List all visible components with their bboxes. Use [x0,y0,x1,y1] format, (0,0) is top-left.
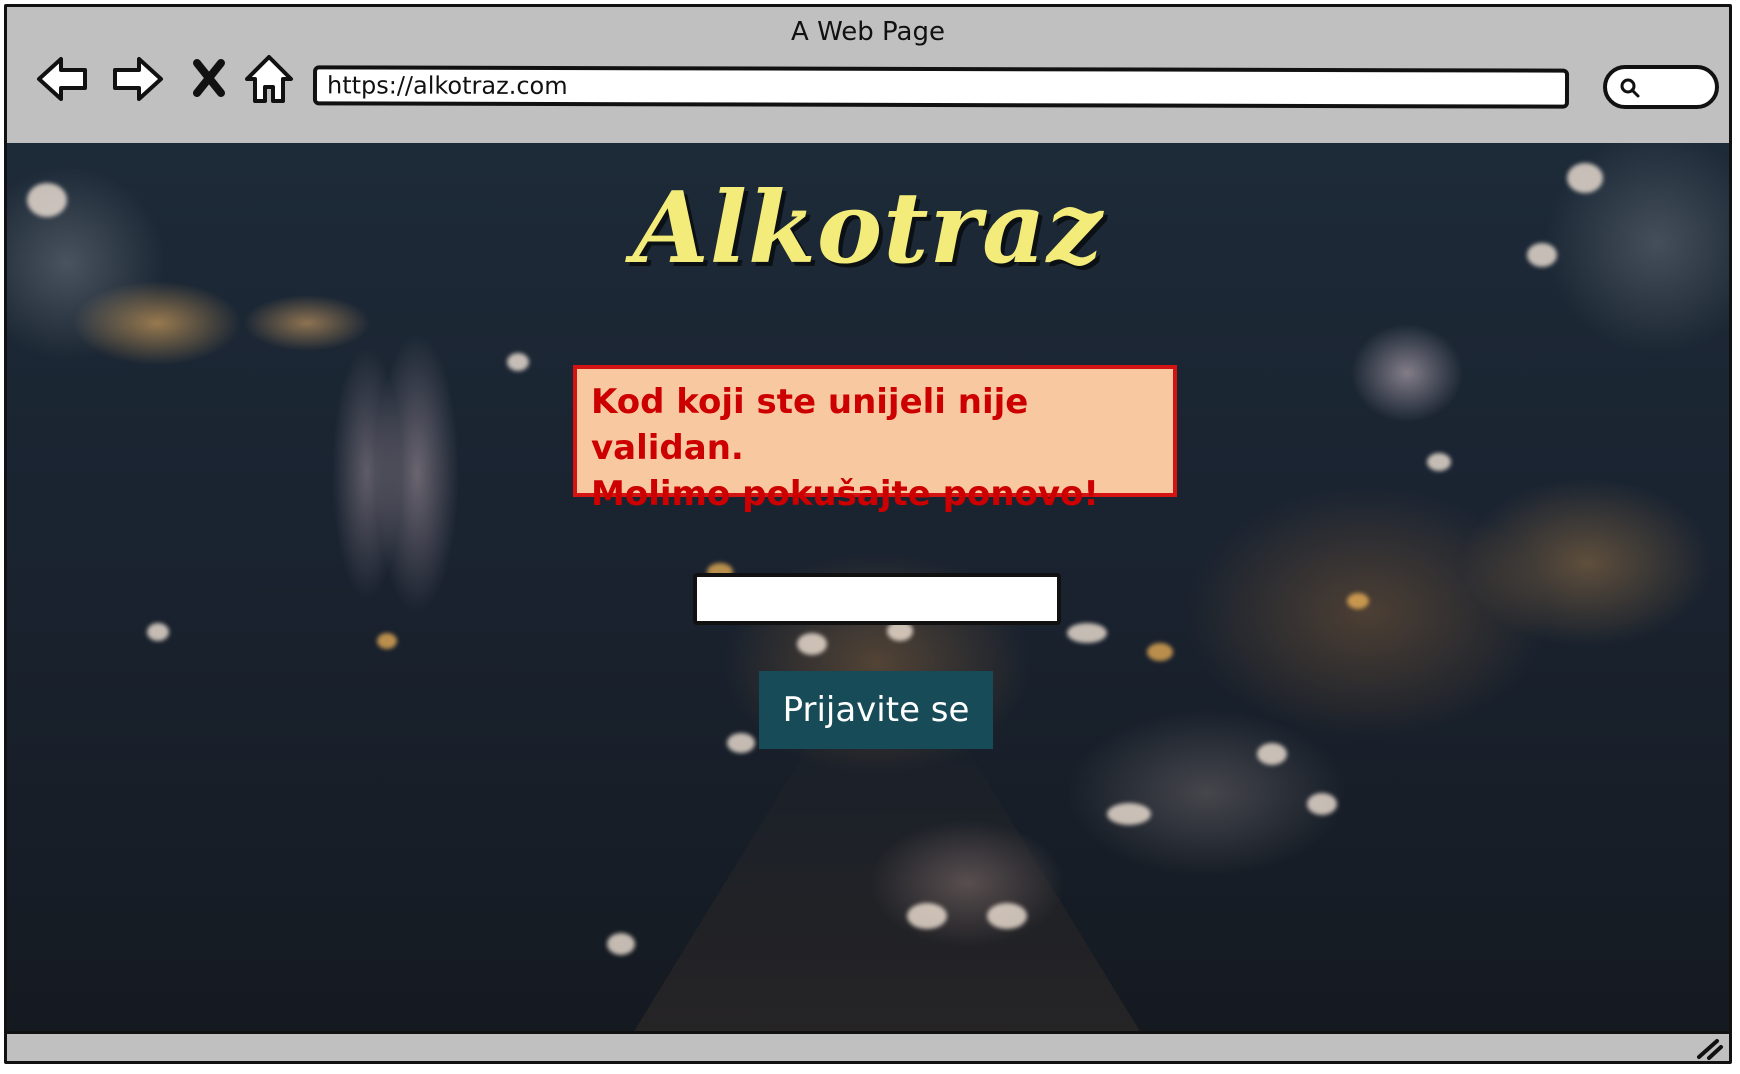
home-button[interactable] [239,49,299,109]
status-bar [7,1031,1729,1061]
bokeh-light [377,633,397,649]
bokeh-light [607,933,635,955]
url-bar[interactable]: https://alkotraz.com [312,65,1570,109]
back-button[interactable] [33,49,93,109]
code-input[interactable] [693,573,1061,625]
login-button[interactable]: Prijavite se [759,671,993,749]
page-content: Alkotraz Kod koji ste unijeli nije valid… [7,143,1729,1031]
bokeh-light [907,903,947,929]
home-icon [245,55,293,103]
bokeh-light [147,623,169,641]
browser-window: A Web Page https://alkotraz.com Alkotraz… [4,4,1732,1064]
bokeh-light [507,353,529,371]
bokeh-light [1347,593,1369,609]
close-icon [193,59,225,97]
resize-handle-icon[interactable] [1693,1035,1725,1061]
bokeh-light [1257,743,1287,765]
bokeh-light [797,633,827,655]
error-line-2: Molimo pokušajte ponovo! [591,474,1099,514]
bokeh-light [987,903,1027,929]
bokeh-light [1147,643,1173,661]
bokeh-light [1307,793,1337,815]
bokeh-light [1107,803,1151,825]
bokeh-light [727,733,755,753]
forward-button[interactable] [107,49,167,109]
bokeh-light [1067,623,1107,643]
arrow-left-icon [37,57,87,101]
error-line-1: Kod koji ste unijeli nije validan. [591,382,1029,468]
error-message: Kod koji ste unijeli nije validan. Molim… [573,365,1177,514]
arrow-right-icon [113,57,163,101]
search-icon [1620,78,1640,98]
site-logo: Alkotraz [632,171,1104,286]
browser-toolbar: A Web Page https://alkotraz.com [7,7,1729,146]
browser-search-input[interactable] [1603,65,1719,109]
bokeh-light [1427,453,1451,471]
window-title: A Web Page [791,17,945,47]
stop-button[interactable] [179,49,239,109]
